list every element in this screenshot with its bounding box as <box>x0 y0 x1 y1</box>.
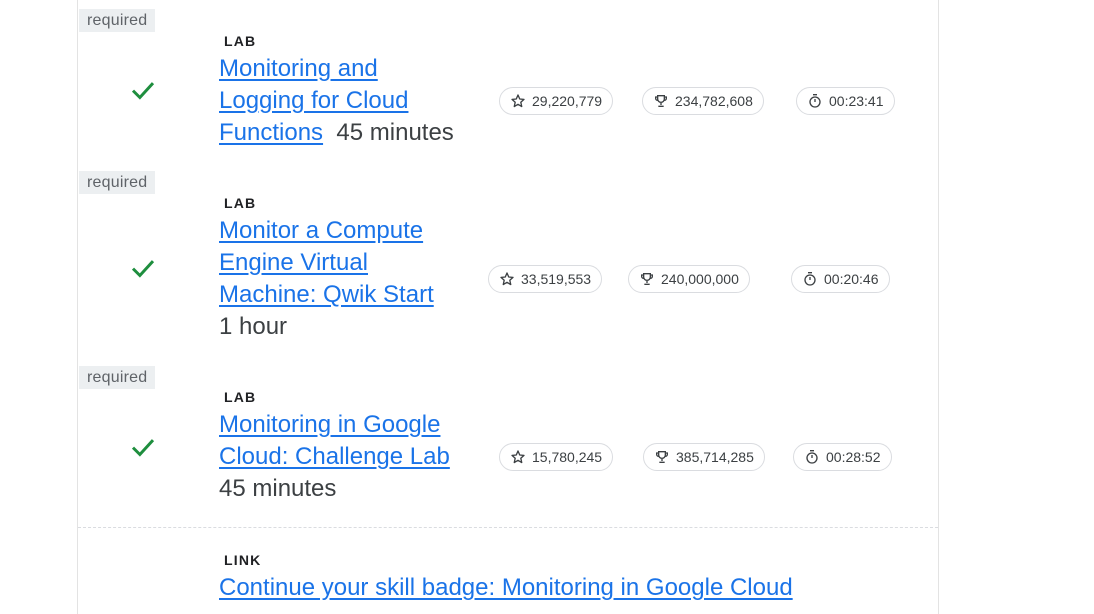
timer-icon <box>804 272 816 286</box>
trophy-icon <box>656 451 668 463</box>
item-title-block: Continue your skill badge: Monitoring in… <box>219 572 793 604</box>
item-duration: 45 minutes <box>219 475 337 502</box>
trophy-chip: 240,000,000 <box>628 265 750 293</box>
item-title-link[interactable]: Engine Virtual <box>219 249 368 276</box>
skill-badge-link[interactable]: Continue your skill badge: Monitoring in… <box>219 574 793 601</box>
timer-chip: 00:23:41 <box>796 87 895 115</box>
timer-chip: 00:20:46 <box>791 265 890 293</box>
item-type-label: LAB <box>224 33 257 49</box>
required-badge: required <box>79 171 156 194</box>
item-title-link[interactable]: Monitoring and <box>219 55 378 82</box>
item-title-block: Monitoring in Google Cloud: Challenge La… <box>219 409 450 505</box>
check-icon <box>131 439 155 457</box>
timer-icon <box>806 450 818 464</box>
timer-chip: 00:28:52 <box>793 443 892 471</box>
required-badge: required <box>79 9 156 32</box>
stars-chip: 29,220,779 <box>499 87 614 115</box>
required-badge: required <box>79 366 156 389</box>
trophy-value: 385,714,285 <box>676 449 754 465</box>
timer-value: 00:20:46 <box>824 271 879 287</box>
item-title-link[interactable]: Monitoring in Google <box>219 411 440 438</box>
item-title-block: Monitor a Compute Engine Virtual Machine… <box>219 215 434 343</box>
timer-icon <box>809 94 821 108</box>
trophy-icon <box>655 95 667 107</box>
trophy-icon <box>641 273 653 285</box>
star-icon <box>511 450 525 464</box>
item-type-label: LAB <box>224 389 257 405</box>
star-icon <box>500 272 514 286</box>
item-title-link[interactable]: Machine: Qwik Start <box>219 281 434 308</box>
section-divider <box>78 527 938 528</box>
star-icon <box>511 94 525 108</box>
item-type-label: LINK <box>224 552 262 568</box>
timer-value: 00:23:41 <box>829 93 884 109</box>
item-duration: 45 minutes <box>336 119 454 146</box>
item-title-block: Monitoring and Logging for Cloud Functio… <box>219 53 454 149</box>
trophy-value: 240,000,000 <box>661 271 739 287</box>
item-title-link[interactable]: Monitor a Compute <box>219 217 423 244</box>
item-title-link[interactable]: Logging for Cloud <box>219 87 408 114</box>
trophy-value: 234,782,608 <box>675 93 753 109</box>
item-duration: 1 hour <box>219 313 288 340</box>
stars-chip: 33,519,553 <box>488 265 603 293</box>
item-type-label: LAB <box>224 195 257 211</box>
stars-value: 15,780,245 <box>532 449 603 465</box>
trophy-chip: 385,714,285 <box>643 443 765 471</box>
stars-value: 33,519,553 <box>521 271 592 287</box>
item-title-link[interactable]: Cloud: Challenge Lab <box>219 443 450 470</box>
timer-value: 00:28:52 <box>826 449 881 465</box>
item-title-link[interactable]: Functions <box>219 119 323 146</box>
trophy-chip: 234,782,608 <box>642 87 764 115</box>
stars-value: 29,220,779 <box>532 93 603 109</box>
check-icon <box>131 82 155 100</box>
check-icon <box>131 260 155 278</box>
stars-chip: 15,780,245 <box>499 443 614 471</box>
course-activity-list: required LAB Monitoring and Logging for … <box>77 0 939 614</box>
